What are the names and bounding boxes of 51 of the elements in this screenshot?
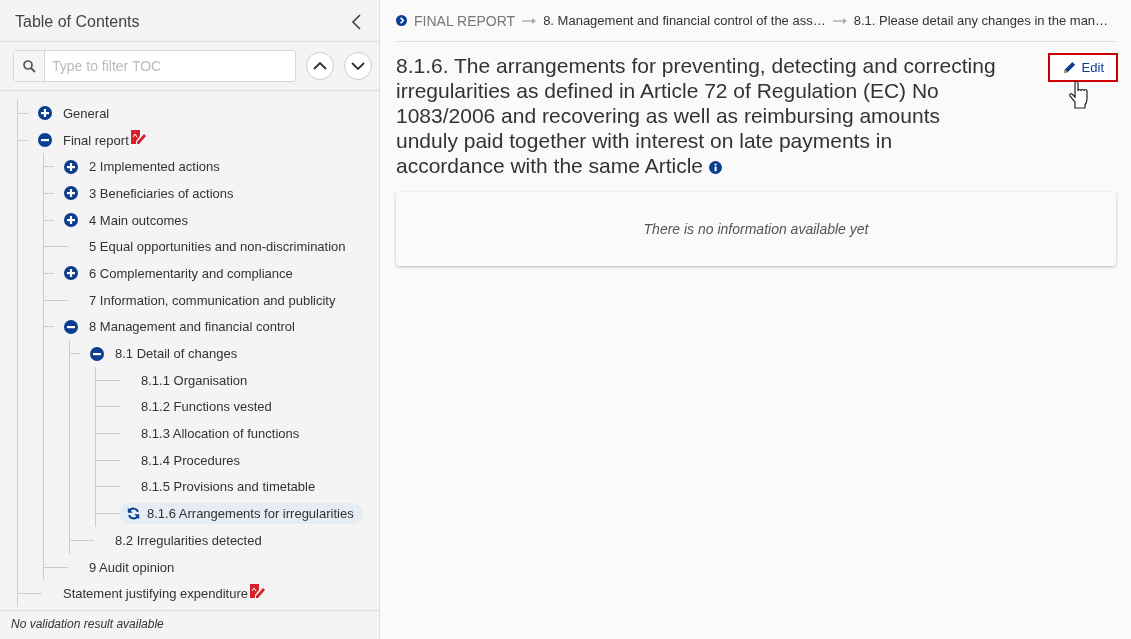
filter-field[interactable]: Type to filter TOC bbox=[13, 50, 296, 82]
panel-title: Table of Contents bbox=[15, 13, 140, 31]
toc-item[interactable]: 8.1.1 Organisation bbox=[141, 369, 248, 391]
toc-item[interactable]: 8 Management and financial control bbox=[89, 316, 295, 338]
edit-button[interactable]: Edit bbox=[1047, 53, 1118, 82]
toc-item[interactable]: 9 Audit opinion bbox=[89, 556, 175, 578]
breadcrumb-link[interactable]: 8. Management and financial control of the ass… bbox=[543, 13, 826, 28]
toc-item[interactable]: General bbox=[63, 102, 110, 124]
refresh-icon bbox=[127, 507, 140, 521]
expand-icon[interactable] bbox=[64, 213, 78, 228]
toc-item[interactable]: Final report bbox=[63, 129, 146, 151]
chevron-up-icon bbox=[313, 62, 327, 70]
search-icon bbox=[22, 59, 36, 73]
toc-item[interactable]: 8.1.4 Procedures bbox=[141, 449, 240, 471]
toc-item[interactable]: 8.1.2 Functions vested bbox=[141, 396, 272, 418]
breadcrumb-link[interactable]: 8.1. Please detail any changes in the man… bbox=[853, 13, 1109, 28]
expand-icon[interactable] bbox=[38, 106, 52, 121]
toc-item[interactable]: 3 Beneficiaries of actions bbox=[89, 182, 234, 204]
chevron-down-icon bbox=[351, 62, 365, 70]
collapse-icon[interactable] bbox=[38, 133, 52, 148]
toc-item[interactable]: 6 Complementarity and compliance bbox=[89, 262, 293, 284]
edit-document-icon bbox=[129, 129, 146, 146]
previous-button[interactable] bbox=[306, 52, 334, 80]
collapse-icon[interactable] bbox=[64, 319, 78, 334]
arrow-right-icon bbox=[832, 16, 847, 25]
chevron-circle-icon bbox=[396, 15, 407, 26]
empty-message: There is no information available yet bbox=[643, 221, 869, 237]
section-title: 8.1.6. The arrangements for preventing, detecting and correcting irregularities as defined in Article 72 of Regulation (EC) No 1083/2006 and recovering as well as reimbursing amounts unduly paid together with interest on late payments in accordance with the same Article bbox=[396, 53, 996, 178]
breadcrumb-link[interactable]: FINAL REPORT bbox=[414, 12, 516, 29]
expand-icon[interactable] bbox=[64, 159, 78, 174]
arrow-right-icon bbox=[522, 16, 537, 25]
pencil-icon bbox=[1061, 60, 1077, 75]
expand-icon[interactable] bbox=[64, 186, 78, 201]
next-button[interactable] bbox=[344, 52, 372, 80]
info-icon[interactable] bbox=[709, 161, 722, 174]
toc-item[interactable]: Statement justifying expenditure bbox=[63, 583, 265, 605]
toc-item[interactable]: 8.2 Irregularities detected bbox=[115, 529, 262, 551]
toc-item[interactable]: 4 Main outcomes bbox=[89, 209, 188, 231]
collapse-panel-icon[interactable] bbox=[352, 14, 361, 30]
filter-field[interactable]: Type to filter TOC bbox=[45, 51, 295, 81]
collapse-icon[interactable] bbox=[90, 346, 104, 361]
expand-icon[interactable] bbox=[64, 266, 78, 281]
toc-item[interactable]: 8.1.6 Arrangements for irregularities bbox=[119, 503, 363, 525]
toc-item[interactable]: 5 Equal opportunities and non-discrimination bbox=[89, 236, 346, 258]
toc-item[interactable]: 7 Information, communication and publicity bbox=[89, 289, 336, 311]
toc-item[interactable]: 8.1.5 Provisions and timetable bbox=[141, 476, 316, 498]
toc-item[interactable]: 8.1.3 Allocation of functions bbox=[141, 423, 300, 445]
validation-status: No validation result available bbox=[0, 610, 379, 639]
edit-document-icon bbox=[249, 582, 265, 599]
toc-item[interactable]: 2 Implemented actions bbox=[89, 156, 220, 178]
toc-item[interactable]: 8.1 Detail of changes bbox=[115, 343, 238, 365]
